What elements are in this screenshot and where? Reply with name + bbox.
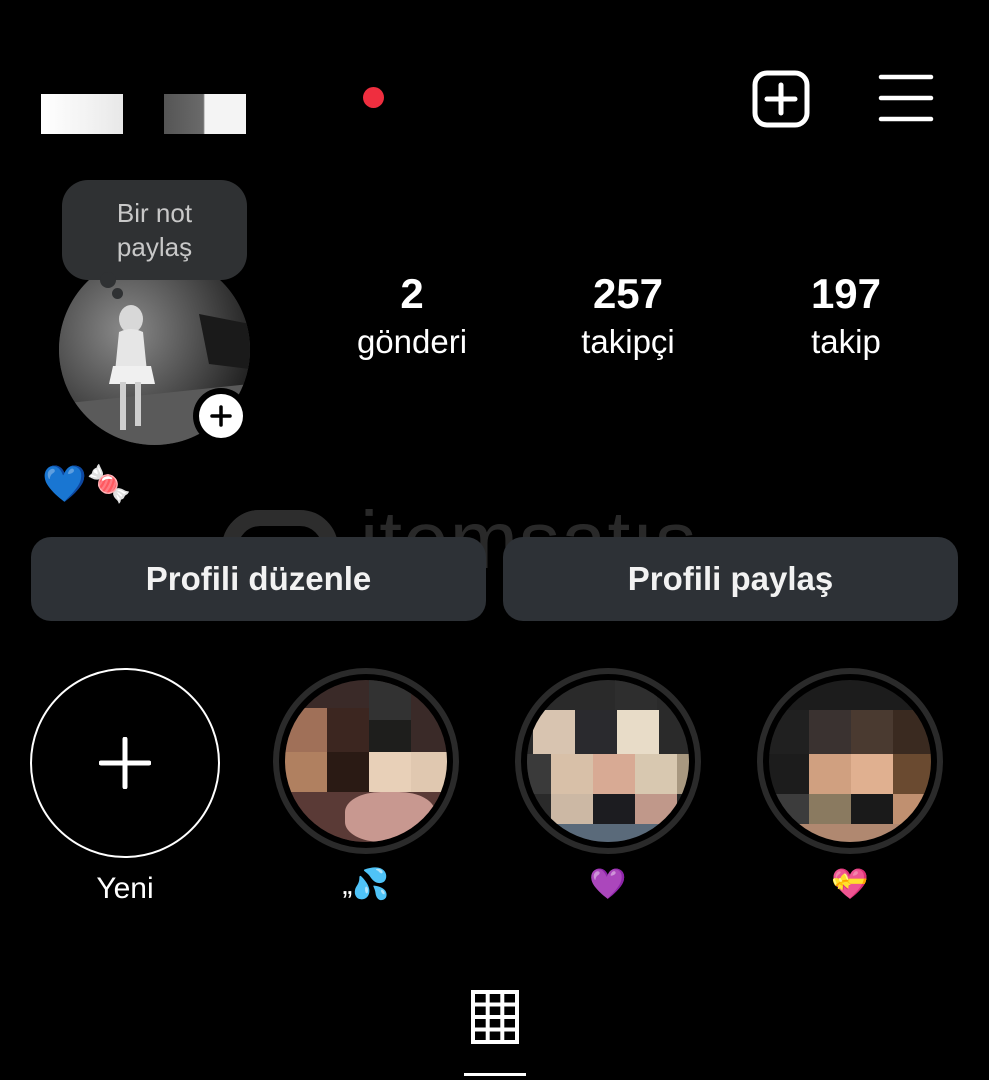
posts-label: gönderi (356, 323, 468, 360)
tab-posts-grid[interactable] (470, 988, 520, 1046)
followers-label: takipçi (581, 323, 675, 360)
username-redacted-block (41, 94, 123, 134)
new-highlight-circle (30, 668, 220, 858)
add-post-icon (752, 70, 810, 128)
highlight-cover (273, 668, 459, 854)
highlight-label: „💦 (342, 868, 390, 901)
highlight-label: Yeni (96, 872, 154, 905)
note-bubble-tail (100, 272, 116, 288)
highlight-new[interactable]: Yeni (27, 668, 223, 910)
note-bubble-tail (112, 288, 123, 299)
bio-text: 💙🍬 (42, 463, 132, 504)
plus-icon (99, 737, 151, 789)
grid-icon (471, 990, 519, 1044)
highlight-label: 💝 (831, 868, 869, 901)
highlight-item[interactable]: 💝 (752, 668, 948, 906)
active-tab-indicator (464, 1073, 526, 1076)
followers-count: 257 (592, 270, 664, 317)
edit-profile-button[interactable]: Profili düzenle (31, 537, 486, 621)
highlight-cover (757, 668, 943, 854)
menu-icon (878, 74, 934, 122)
notification-dot (363, 87, 384, 108)
share-profile-button[interactable]: Profili paylaş (503, 537, 958, 621)
username-redacted-block (164, 94, 246, 134)
add-story-badge (199, 394, 243, 438)
highlight-item[interactable]: „💦 (268, 668, 464, 906)
highlight-item[interactable]: 💜 (510, 668, 706, 906)
stat-followers[interactable]: 257 takipçi (538, 268, 718, 364)
stat-following[interactable]: 197 takip (756, 268, 936, 364)
highlight-label: 💜 (589, 868, 627, 901)
highlight-cover (515, 668, 701, 854)
note-bubble[interactable]: Bir not paylaş (62, 180, 247, 280)
menu-button[interactable] (878, 72, 934, 124)
stat-posts[interactable]: 2 gönderi (322, 268, 502, 364)
note-text: Bir not paylaş (116, 198, 193, 262)
add-story-button[interactable] (193, 388, 249, 444)
add-post-button[interactable] (752, 70, 810, 128)
plus-icon (210, 405, 232, 427)
posts-count: 2 (400, 270, 424, 317)
following-count: 197 (810, 270, 882, 317)
following-label: takip (811, 323, 881, 360)
